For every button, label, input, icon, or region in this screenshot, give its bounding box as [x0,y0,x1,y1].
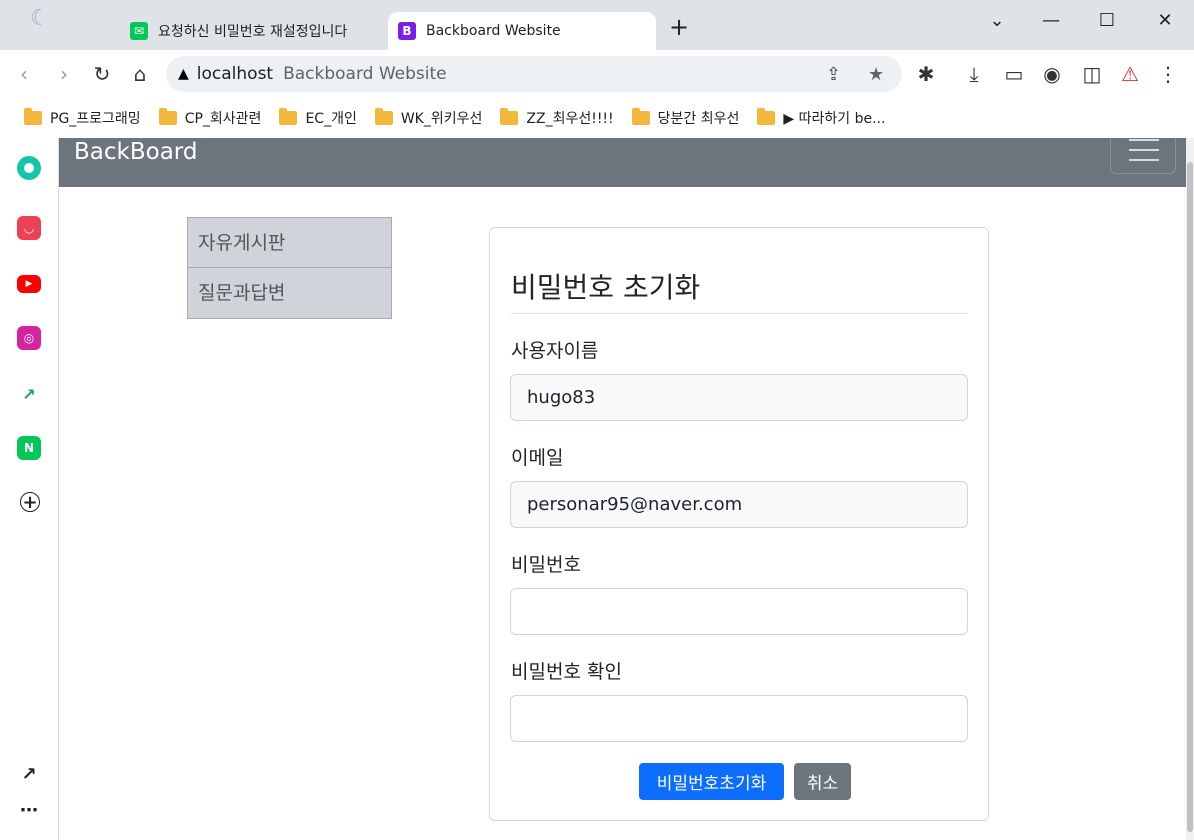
back-icon[interactable]: ‹ [12,62,36,86]
menu-more-icon[interactable]: ⋮ [1156,62,1180,86]
password-field[interactable] [510,588,968,635]
bookmark-label: 당분간 최우선 [657,111,740,127]
hamburger-icon [1129,159,1159,161]
menu-item-free-board[interactable]: 자유게시판 [187,217,392,268]
bookmark-folder[interactable]: ▶ 따라하기 be... [757,108,885,128]
folder-icon [374,108,393,125]
folder-icon [158,108,177,125]
share-icon[interactable]: ⇪ [826,64,841,85]
bookmark-label: PG_프로그래밍 [50,111,141,127]
username-field[interactable] [510,374,968,421]
bookmark-label: CP_회사관련 [184,111,262,127]
bookmark-label: ZZ_최우선!!!! [526,111,614,127]
bootstrap-icon: B [398,22,416,40]
screenshot-icon[interactable]: ◉ [1040,62,1064,86]
alert-icon[interactable]: ⚠ [1118,62,1142,86]
bookmark-label: WK_위키우선 [400,111,483,127]
tab-title: 요청하신 비밀번호 재설정입니다 [158,24,348,40]
menu-item-qna[interactable]: 질문과답변 [187,268,392,319]
bookmark-folder[interactable]: CP_회사관련 [158,108,262,128]
minimize-button[interactable]: — [1036,8,1066,34]
tab-backboard-website[interactable]: B Backboard Website [388,12,656,50]
browser-tab-bar: ☾ ✉ 요청하신 비밀번호 재설정입니다 B Backboard Website… [0,0,1194,50]
address-bar[interactable]: ▲ localhost Backboard Website ⇪ ★ [166,56,902,92]
page-title: 비밀번호 초기화 [511,271,701,304]
folder-icon [279,108,298,125]
naver-mail-icon: ✉ [130,22,148,40]
password-confirm-field[interactable] [510,695,968,742]
bookmark-folder[interactable]: 당분간 최우선 [631,108,740,128]
tab-title: Backboard Website [426,23,561,39]
navbar: BackBoard [59,138,1186,187]
naver-mail-icon[interactable]: N [17,436,41,460]
video-capture-icon[interactable]: ▭ [1002,62,1026,86]
divider [511,313,968,314]
warning-icon[interactable]: ▲ [178,66,189,82]
email-label: 이메일 [511,447,564,469]
profile-avatar[interactable]: ☾ [30,6,70,36]
folder-icon [24,108,42,125]
password-label: 비밀번호 [511,554,581,576]
bookmark-star-icon[interactable]: ★ [868,64,884,85]
new-tab-button[interactable]: + [666,14,692,40]
password-reset-card: 비밀번호 초기화 사용자이름 이메일 비밀번호 비밀번호 확인 비밀번호초기화 … [489,227,989,821]
cancel-button[interactable]: 취소 [794,763,851,800]
bookmark-folder[interactable]: PG_프로그래밍 [24,108,141,128]
split-view-icon[interactable]: ◫ [1080,62,1104,86]
browser-side-panel: ◡ ▶ ◎ ↗ N + ↗ ⋯ [0,138,59,840]
pocket-icon[interactable]: ◡ [17,216,41,240]
extensions-icon[interactable]: ✱ [914,62,938,86]
bookmark-folder[interactable]: EC_개인 [279,108,357,128]
maximize-button[interactable]: ☐ [1092,8,1122,34]
instagram-icon[interactable]: ◎ [17,326,41,350]
reload-icon[interactable]: ↻ [90,62,114,86]
scrollbar-thumb[interactable] [1187,162,1193,832]
browser-toolbar: ‹ › ↻ ⌂ ▲ localhost Backboard Website ⇪ … [0,50,1194,98]
address-page-title: Backboard Website [283,64,447,84]
side-menu: 자유게시판 질문과답변 [187,217,392,319]
email-field[interactable] [510,481,968,528]
forward-icon[interactable]: › [52,62,76,86]
bookmarks-bar: PG_프로그래밍 CP_회사관련 EC_개인 WK_위키우선 ZZ_최우선!!!… [0,98,1194,138]
password-confirm-label: 비밀번호 확인 [511,661,622,683]
bookmark-label: ▶ 따라하기 be... [783,111,886,127]
more-icon[interactable]: ⋯ [17,798,41,822]
folder-icon [500,108,519,125]
address-host: localhost [196,64,274,84]
navbar-toggler-button[interactable] [1110,138,1176,174]
home-icon[interactable]: ⌂ [128,62,152,86]
tab-search-chevron-icon[interactable]: ⌄ [982,8,1012,34]
page-scrollbar[interactable] [1186,138,1194,840]
download-icon[interactable]: ⤓ [962,62,986,86]
bookmark-folder[interactable]: WK_위키우선 [374,108,483,128]
hamburger-icon [1129,149,1159,151]
username-label: 사용자이름 [511,340,599,362]
folder-icon [631,108,650,125]
youtube-icon[interactable]: ▶ [17,275,41,293]
reset-password-button[interactable]: 비밀번호초기화 [639,763,784,800]
tab-password-reset-email[interactable]: ✉ 요청하신 비밀번호 재설정입니다 [120,12,380,50]
web-page: BackBoard 자유게시판 질문과답변 비밀번호 초기화 사용자이름 이메일… [59,138,1186,840]
stock-chart-icon[interactable]: ↗ [17,382,41,406]
open-external-icon[interactable]: ↗ [17,762,41,786]
navbar-brand[interactable]: BackBoard [74,139,197,165]
bookmark-folder[interactable]: ZZ_최우선!!!! [500,108,614,128]
folder-icon [757,108,776,125]
add-icon[interactable]: + [20,492,40,513]
naver-whale-icon[interactable] [17,156,41,180]
bookmark-label: EC_개인 [305,111,357,127]
hamburger-icon [1129,139,1159,141]
close-button[interactable]: ✕ [1150,8,1180,34]
